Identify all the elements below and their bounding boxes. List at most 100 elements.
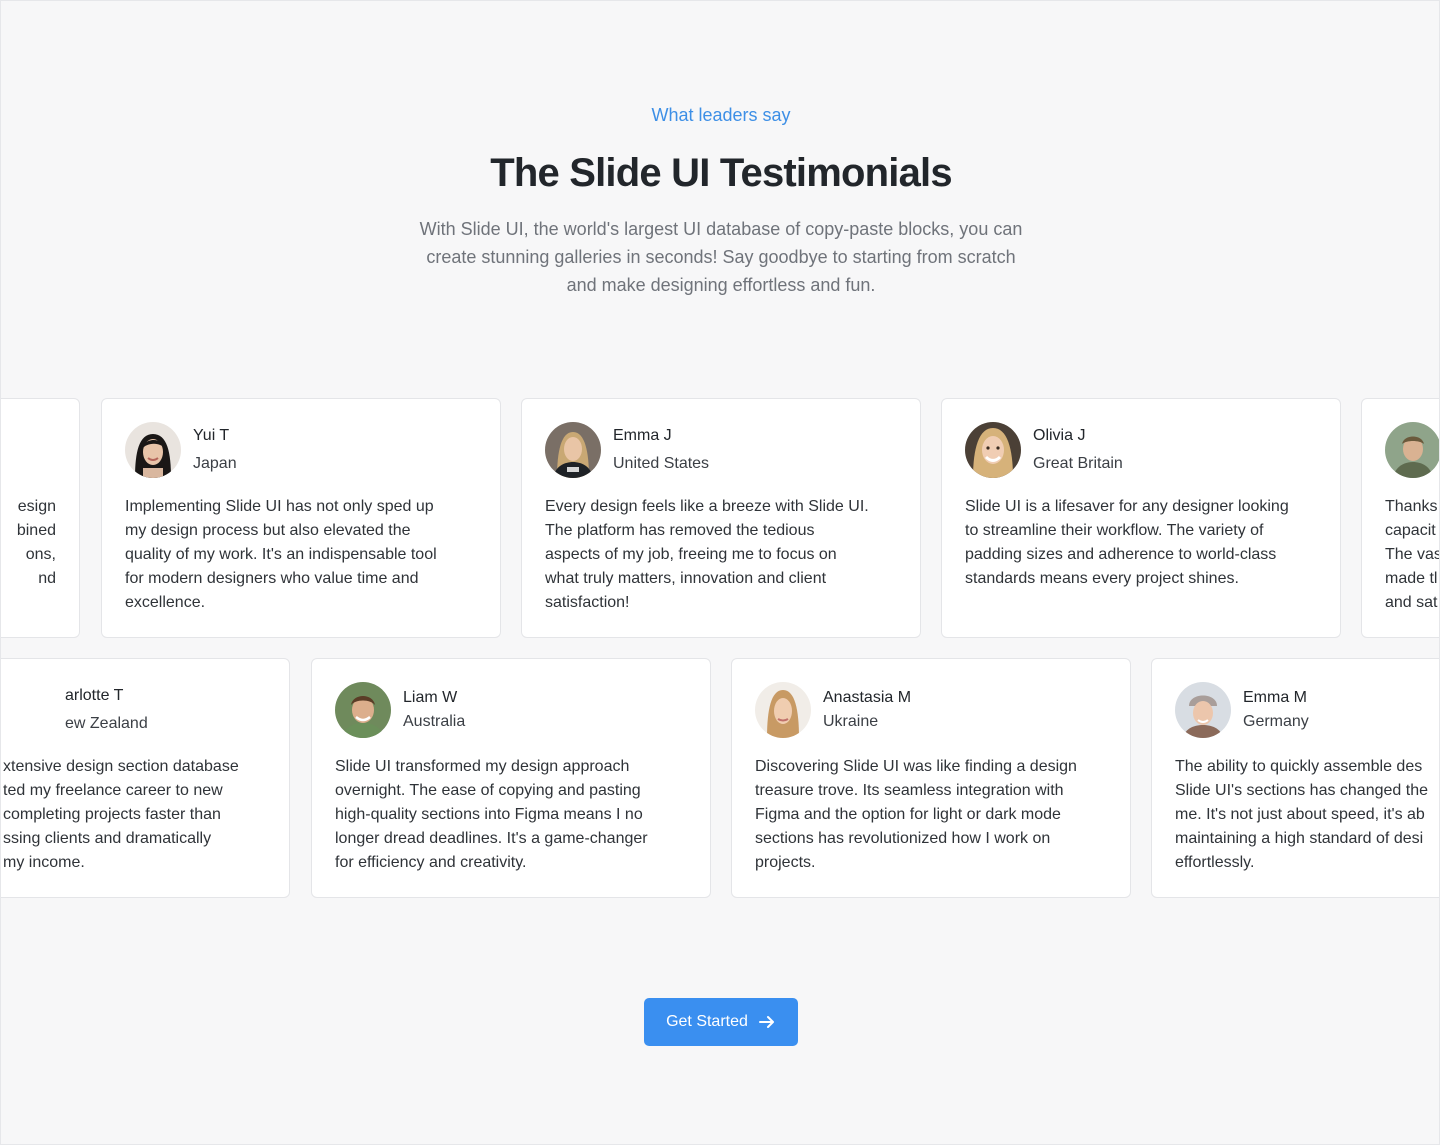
testimonial-quote: esign bined ons, nd — [1, 495, 56, 591]
quote-line: for modern designers who value time and — [125, 570, 419, 587]
quote-line: xtensive design section database — [3, 758, 239, 775]
reviewer-name: Anastasia M — [823, 689, 912, 706]
quote-line: Slide UI transformed my design approach — [335, 758, 630, 775]
get-started-button[interactable]: Get Started — [644, 998, 798, 1046]
card-header: Olivia J Great Britain — [965, 421, 1317, 479]
testimonial-quote: Thanks capacit The vas made tl and sat — [1385, 495, 1440, 615]
testimonial-quote: Slide UI is a lifesaver for any designer… — [965, 495, 1317, 591]
reviewer-location: Japan — [193, 455, 237, 472]
card-header: arlotte T ew Zealand — [1, 681, 266, 739]
quote-line: me. It's not just about speed, it's ab — [1175, 806, 1425, 823]
quote-line: ssing clients and dramatically — [3, 830, 212, 847]
quote-line: treasure trove. Its seamless integration… — [755, 782, 1064, 799]
testimonial-quote: Slide UI transformed my design approach … — [335, 755, 687, 875]
quote-line: ted my freelance career to new — [3, 782, 223, 799]
avatar — [1385, 422, 1439, 478]
testimonial-quote: Discovering Slide UI was like finding a … — [755, 755, 1107, 875]
quote-line: to streamline their workflow. The variet… — [965, 522, 1264, 539]
reviewer-location: Australia — [403, 713, 466, 730]
reviewer-location: Germany — [1243, 713, 1309, 730]
quote-line: Thanks — [1385, 498, 1438, 515]
quote-line: Slide UI's sections has changed the — [1175, 782, 1428, 799]
quote-line: standards means every project shines. — [965, 570, 1239, 587]
reviewer-name: Yui T — [193, 427, 230, 444]
reviewer-location: Ukraine — [823, 713, 879, 730]
quote-line: capacit — [1385, 522, 1436, 539]
quote-line: made tl — [1385, 570, 1438, 587]
card-header — [1, 421, 56, 479]
testimonial-quote: Every design feels like a breeze with Sl… — [545, 495, 897, 615]
testimonial-card: esign bined ons, nd — [1, 398, 80, 638]
reviewer-location: United States — [613, 455, 710, 472]
quote-line: overnight. The ease of copying and pasti… — [335, 782, 641, 799]
reviewer-location: Great Britain — [1033, 455, 1123, 472]
arrow-right-icon — [758, 1016, 774, 1028]
testimonial-row-1: esign bined ons, nd Yui T Japan Implemen… — [1, 398, 1440, 638]
avatar — [545, 422, 601, 478]
quote-line: quality of my work. It's an indispensabl… — [125, 546, 437, 563]
quote-line: Discovering Slide UI was like finding a … — [755, 758, 1077, 775]
avatar — [335, 682, 391, 738]
subtitle-line: create stunning galleries in seconds! Sa… — [426, 247, 1016, 267]
quote-line: my income. — [3, 854, 85, 871]
quote-line: nd — [38, 570, 56, 587]
avatar — [1175, 682, 1231, 738]
testimonial-card: Olivia J Great Britain Slide UI is a lif… — [941, 398, 1341, 638]
testimonials-section: What leaders say The Slide UI Testimonia… — [0, 0, 1440, 1145]
quote-line: padding sizes and adherence to world-cla… — [965, 546, 1277, 563]
quote-line: and sat — [1385, 594, 1438, 611]
testimonial-quote: xtensive design section database ted my … — [1, 755, 266, 875]
testimonial-card: arlotte T ew Zealand xtensive design sec… — [1, 658, 290, 898]
subtitle-line: With Slide UI, the world's largest UI da… — [419, 219, 1023, 239]
testimonial-card: Thanks capacit The vas made tl and sat — [1361, 398, 1440, 638]
section-eyebrow: What leaders say — [651, 105, 791, 125]
quote-line: The vas — [1385, 546, 1440, 563]
quote-line: ons, — [25, 546, 56, 563]
reviewer-name: Emma M — [1243, 689, 1307, 706]
section-title: The Slide UI Testimonials — [490, 151, 952, 195]
quote-line: high-quality sections into Figma means I… — [335, 806, 643, 823]
card-header: Anastasia M Ukraine — [755, 681, 1107, 739]
avatar — [755, 682, 811, 738]
quote-line: The platform has removed the tedious — [545, 522, 815, 539]
avatar — [965, 422, 1021, 478]
testimonial-card: Emma J United States Every design feels … — [521, 398, 921, 638]
quote-line: bined — [16, 522, 56, 539]
quote-line: Figma and the option for light or dark m… — [755, 806, 1061, 823]
quote-line: projects. — [755, 854, 816, 871]
testimonial-quote: Implementing Slide UI has not only sped … — [125, 495, 477, 615]
quote-line: what truly matters, innovation and clien… — [545, 570, 827, 587]
reviewer-name: arlotte T — [65, 687, 124, 704]
quote-line: The ability to quickly assemble des — [1175, 758, 1423, 775]
card-header: Yui T Japan — [125, 421, 477, 479]
quote-line: satisfaction! — [545, 594, 630, 611]
card-header — [1385, 421, 1439, 479]
reviewer-name: Emma J — [613, 427, 672, 444]
section-subtitle: With Slide UI, the world's largest UI da… — [391, 215, 1051, 299]
reviewer-name: Liam W — [403, 689, 458, 706]
testimonial-quote: The ability to quickly assemble des Slid… — [1175, 755, 1439, 875]
avatar — [125, 422, 181, 478]
quote-line: completing projects faster than — [3, 806, 221, 823]
card-header: Emma M Germany — [1175, 681, 1439, 739]
quote-line: Implementing Slide UI has not only sped … — [125, 498, 434, 515]
quote-line: maintaining a high standard of desi — [1175, 830, 1424, 847]
quote-line: excellence. — [125, 594, 206, 611]
quote-line: sections has revolutionized how I work o… — [755, 830, 1051, 847]
quote-line: effortlessly. — [1175, 854, 1255, 871]
quote-line: Slide UI is a lifesaver for any designer… — [965, 498, 1289, 515]
testimonial-card: Liam W Australia Slide UI transformed my… — [311, 658, 711, 898]
quote-line: esign — [17, 498, 56, 515]
testimonial-card: Anastasia M Ukraine Discovering Slide UI… — [731, 658, 1131, 898]
quote-line: longer dread deadlines. It's a game-chan… — [335, 830, 648, 847]
reviewer-name: Olivia J — [1033, 427, 1086, 444]
testimonial-card: Yui T Japan Implementing Slide UI has no… — [101, 398, 501, 638]
card-header: Emma J United States — [545, 421, 897, 479]
reviewer-location: ew Zealand — [65, 715, 148, 732]
quote-line: Every design feels like a breeze with Sl… — [545, 498, 869, 515]
subtitle-line: and make designing effortless and fun. — [566, 275, 876, 295]
quote-line: for efficiency and creativity. — [335, 854, 527, 871]
testimonial-card: Emma M Germany The ability to quickly as… — [1151, 658, 1439, 898]
get-started-label: Get Started — [666, 1013, 748, 1030]
testimonial-row-2: arlotte T ew Zealand xtensive design sec… — [1, 658, 1439, 898]
